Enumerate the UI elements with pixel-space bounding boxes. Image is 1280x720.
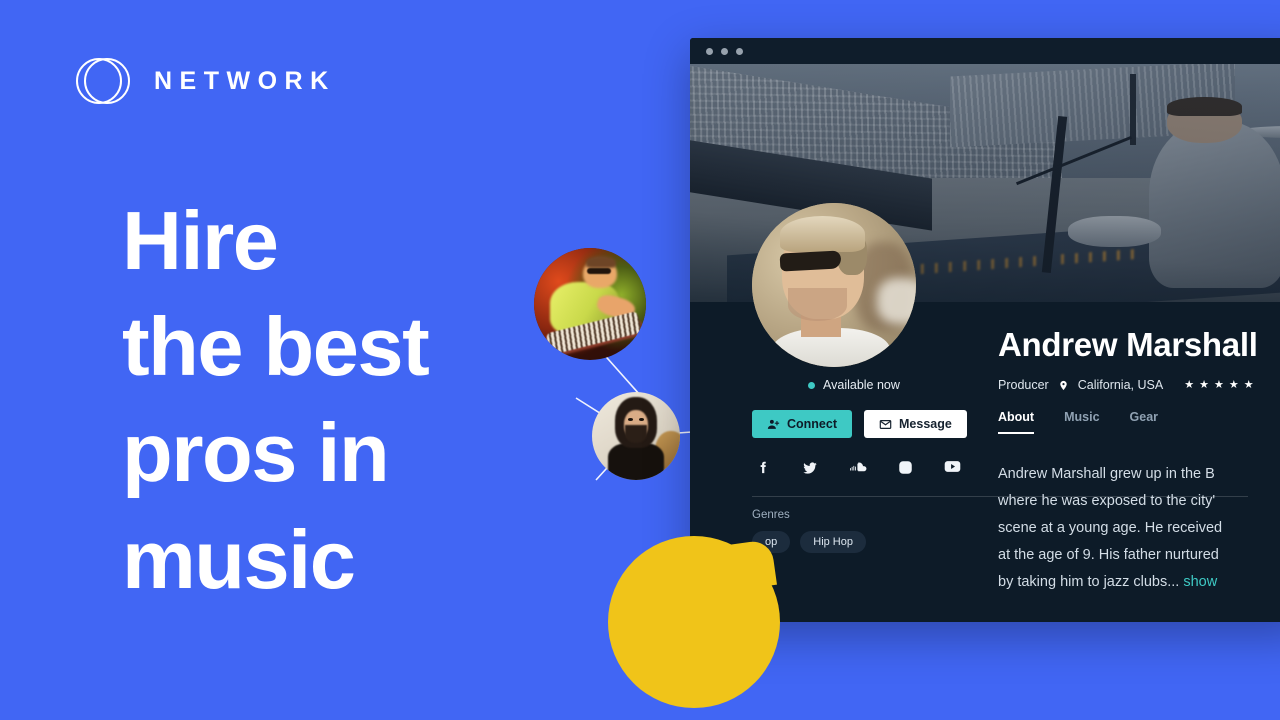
- star-icon: ★: [1199, 378, 1209, 391]
- headline-line-4: music: [122, 512, 356, 606]
- star-icon: ★: [1243, 378, 1254, 391]
- headline-line-2: the best: [122, 300, 430, 394]
- bio-line: where he was exposed to the city': [998, 492, 1216, 509]
- brand-name: NETWORK: [154, 66, 336, 95]
- node-avatar-guitarist[interactable]: [592, 392, 680, 480]
- window-titlebar: [690, 38, 1280, 64]
- bio-line-text: by taking him to jazz clubs...: [998, 573, 1180, 590]
- profile-actions: Connect Message: [690, 392, 1280, 438]
- youtube-icon[interactable]: [944, 460, 961, 476]
- instagram-icon[interactable]: [898, 460, 913, 476]
- profile-meta: Producer California, USA ★ ★ ★ ★ ★: [998, 378, 1254, 392]
- star-icon: ★: [1213, 378, 1224, 391]
- status-label: Available now: [823, 378, 900, 392]
- profile-window: Available now Connect Message Genres op …: [690, 38, 1280, 622]
- avatar: [752, 203, 916, 367]
- message-button-label: Message: [899, 417, 952, 431]
- tab-music[interactable]: Music: [1064, 410, 1099, 434]
- bio-line-last: by taking him to jazz clubs... show: [998, 569, 1280, 596]
- show-more-link[interactable]: show: [1183, 574, 1217, 590]
- tab-about[interactable]: About: [998, 410, 1035, 434]
- profile-name: Andrew Marshall: [998, 326, 1258, 363]
- profile-role: Producer: [998, 378, 1049, 392]
- soundcloud-icon[interactable]: [849, 460, 867, 476]
- map-pin-icon: [1058, 379, 1069, 392]
- twitter-icon[interactable]: [802, 460, 818, 476]
- bio-line: Andrew Marshall grew up in the B: [998, 466, 1215, 482]
- window-dot-1-icon[interactable]: [706, 47, 713, 55]
- bubble-exclamations: [608, 536, 780, 708]
- star-icon: ★: [1228, 378, 1239, 391]
- genre-tag[interactable]: Hip Hop: [800, 531, 866, 553]
- envelope-icon: [879, 418, 892, 431]
- profile-tabs: About Music Gear: [998, 410, 1158, 434]
- star-icon: ★: [1184, 378, 1195, 391]
- person-add-icon: [767, 418, 780, 431]
- node-avatar-keyboardist[interactable]: [534, 248, 646, 360]
- brand-logo[interactable]: NETWORK: [76, 58, 336, 104]
- profile-location: California, USA: [1077, 378, 1164, 392]
- connect-button-label: Connect: [787, 417, 837, 431]
- status-dot-icon: [808, 381, 815, 389]
- facebook-icon[interactable]: [756, 460, 771, 476]
- notification-bubble[interactable]: [608, 536, 780, 708]
- headline-line-3: pros in: [122, 406, 390, 500]
- bio-line: scene at a young age. He received: [998, 519, 1223, 536]
- tab-gear[interactable]: Gear: [1130, 410, 1159, 434]
- rating-stars: ★ ★ ★ ★ ★: [1184, 378, 1254, 391]
- page-title: Hire the best pros in music: [122, 188, 430, 613]
- headline-line-1: Hire: [122, 194, 279, 287]
- connect-button[interactable]: Connect: [752, 410, 852, 438]
- two-overlapping-circles-icon: [76, 58, 130, 104]
- profile-bio: Andrew Marshall grew up in the B where h…: [998, 461, 1280, 596]
- window-dot-2-icon[interactable]: [721, 47, 728, 55]
- window-dot-3-icon[interactable]: [736, 47, 743, 55]
- bio-line: at the age of 9. His father nurtured: [998, 546, 1219, 563]
- message-button[interactable]: Message: [864, 410, 967, 438]
